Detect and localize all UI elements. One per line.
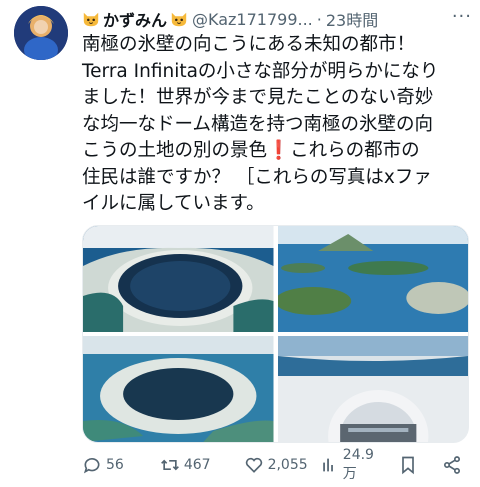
avatar[interactable] — [14, 6, 68, 60]
tweet-card[interactable]: かずみん @Kaz171799... · 23時間 ··· 南極の氷壁の向こうに… — [0, 0, 480, 487]
repost-icon — [160, 459, 179, 471]
timestamp[interactable]: 23時間 — [326, 7, 378, 31]
tweet-text-fragment: これらの都市の — [290, 140, 420, 161]
tweet-text: 南極の氷壁の向こうにある未知の都市！ Terra Infinitaの小さな部分が… — [82, 32, 474, 218]
tweet-text-line: な均一なドーム構造を持つ南極の氷壁の向 — [82, 113, 433, 135]
heart-icon — [245, 457, 262, 473]
analytics-icon — [322, 458, 333, 472]
display-name[interactable]: かずみん — [103, 7, 167, 31]
photo-4[interactable] — [277, 336, 468, 442]
tweet-text-line: 住民は誰ですか？ ［これらの写真はxファ — [82, 166, 432, 188]
exclamation-icon: ❗ — [267, 140, 291, 161]
bookmark-button[interactable] — [398, 455, 422, 475]
reply-count: 56 — [106, 457, 124, 473]
photo-1[interactable] — [83, 226, 274, 332]
cat-emoji-icon — [83, 12, 99, 27]
tweet-text-line: こうの土地の別の景色❗これらの都市の — [82, 138, 474, 165]
like-button[interactable]: 2,055 — [244, 455, 308, 475]
cat-emoji-icon — [171, 12, 187, 27]
user-handle[interactable]: @Kaz171799... — [192, 10, 313, 29]
action-bar: 56 467 2,055 24.9万 — [82, 447, 466, 482]
photo-grid — [82, 225, 469, 443]
photo-2[interactable] — [277, 226, 468, 332]
tweet-text-fragment: こうの土地の別の景色 — [82, 140, 268, 161]
repost-count: 467 — [183, 457, 211, 473]
photo-3[interactable] — [83, 336, 274, 442]
bookmark-icon — [402, 456, 414, 475]
tweet-text-line: ました！世界が今まで見たことのない奇妙 — [82, 87, 434, 108]
tweet-header: かずみん @Kaz171799... · 23時間 — [82, 6, 468, 32]
share-icon — [444, 456, 460, 474]
like-count: 2,055 — [267, 457, 308, 473]
share-button[interactable] — [442, 455, 466, 475]
tweet-text-line: イルに属しています。 — [82, 193, 265, 214]
more-options-icon[interactable]: ··· — [452, 6, 472, 27]
view-count: 24.9万 — [342, 447, 374, 482]
tweet-text-line: 南極の氷壁の向こうにある未知の都市！ — [82, 34, 416, 55]
repost-button[interactable]: 467 — [160, 455, 211, 475]
tweet-text-line: Terra Infinitaの小さな部分が明らかになり — [82, 60, 439, 82]
reply-button[interactable]: 56 — [82, 455, 124, 475]
time-separator: · — [316, 9, 322, 29]
views-button[interactable]: 24.9万 — [320, 447, 386, 483]
reply-icon — [83, 458, 100, 474]
